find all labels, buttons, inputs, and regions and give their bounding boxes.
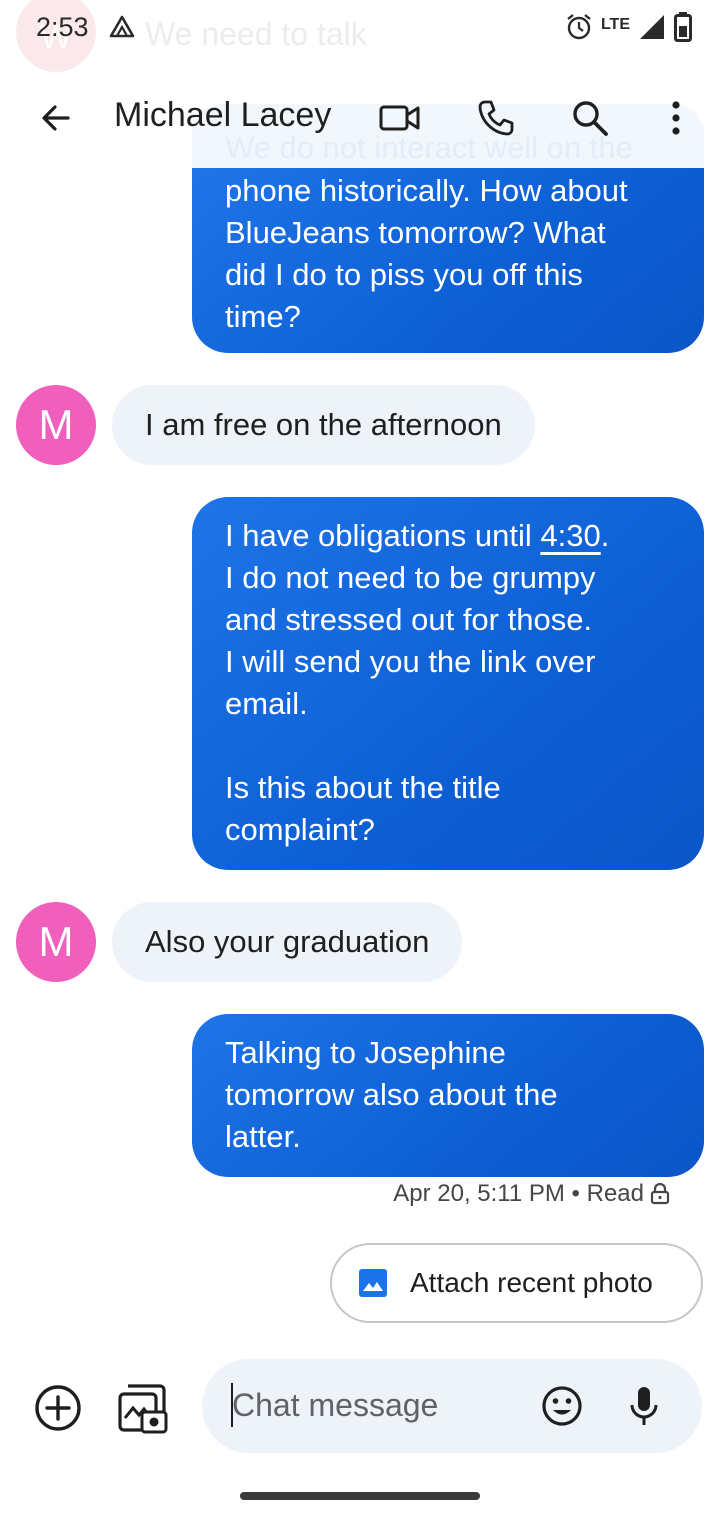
add-attachment-button[interactable] xyxy=(30,1380,86,1436)
incoming-message[interactable]: I am free on the afternoon xyxy=(112,385,535,465)
search-button[interactable] xyxy=(566,94,614,142)
battery-icon xyxy=(674,12,692,47)
back-button[interactable] xyxy=(34,96,78,140)
attach-recent-photo-chip[interactable]: Attach recent photo xyxy=(330,1243,703,1323)
emoji-button[interactable] xyxy=(538,1382,586,1430)
outgoing-message[interactable]: phone historically. How about BlueJeans … xyxy=(192,168,704,353)
contact-avatar[interactable]: M xyxy=(16,385,96,465)
time-link[interactable]: 4:30 xyxy=(540,518,600,553)
outgoing-message[interactable]: Talking to Josephine tomorrow also about… xyxy=(192,1014,704,1177)
more-options-button[interactable] xyxy=(652,94,700,142)
phone-icon xyxy=(478,100,514,136)
phone-call-button[interactable] xyxy=(472,94,520,142)
contact-name[interactable]: Michael Lacey xyxy=(114,96,331,135)
chat-message-placeholder: Chat message xyxy=(232,1387,439,1423)
more-vert-icon xyxy=(672,101,680,135)
arrow-back-icon xyxy=(42,105,70,131)
status-time: 2:53 xyxy=(36,12,89,42)
contact-avatar[interactable]: M xyxy=(16,902,96,982)
message-status: Apr 20, 5:11 PM • Read xyxy=(393,1180,670,1208)
image-icon xyxy=(359,1269,387,1297)
gallery-camera-icon xyxy=(118,1384,168,1434)
incoming-message[interactable]: Also your graduation xyxy=(112,902,463,982)
video-camera-icon xyxy=(379,105,420,131)
status-icons: LTE xyxy=(565,12,692,47)
gesture-home-bar[interactable] xyxy=(240,1492,480,1500)
app-bar: Michael Lacey xyxy=(0,80,720,156)
outgoing-message[interactable]: I have obligations until 4:30. I do not … xyxy=(192,497,704,870)
chat-message-input[interactable]: Chat message xyxy=(202,1359,702,1453)
drive-icon xyxy=(108,14,136,45)
alarm-icon xyxy=(565,13,593,46)
mic-icon xyxy=(630,1387,658,1425)
emoji-icon xyxy=(542,1386,582,1426)
network-type: LTE xyxy=(600,15,630,33)
signal-icon xyxy=(638,13,666,46)
voice-input-button[interactable] xyxy=(620,1382,668,1430)
video-call-button[interactable] xyxy=(376,94,424,142)
add-circle-icon xyxy=(35,1385,81,1431)
notification-text: We need to talk xyxy=(145,16,367,52)
lock-icon xyxy=(650,1183,670,1205)
gallery-button[interactable] xyxy=(114,1380,170,1436)
status-bar: W We need to talk 2:53 LTE xyxy=(0,0,720,72)
search-icon xyxy=(573,101,608,136)
